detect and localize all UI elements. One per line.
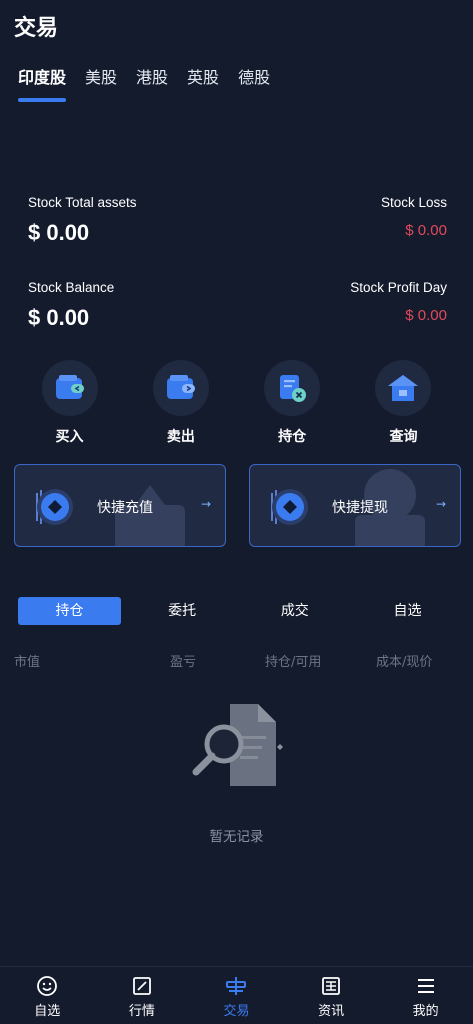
menu-icon bbox=[417, 979, 434, 993]
tab-deals[interactable]: 成交 bbox=[243, 597, 346, 625]
loss-value: $ 0.00 bbox=[405, 222, 447, 239]
arrow-right-icon: → bbox=[435, 497, 446, 511]
page-title: 交易 bbox=[14, 16, 59, 41]
coin-icon bbox=[36, 489, 73, 525]
home-query-icon bbox=[375, 360, 432, 416]
total-assets-block: Stock Total assets $ 0.00 bbox=[28, 195, 137, 246]
balance-value: $ 0.00 bbox=[28, 305, 90, 330]
profit-day-value: $ 0.00 bbox=[405, 307, 447, 324]
nav-news[interactable]: 资讯 bbox=[284, 967, 379, 1024]
nav-trade-label: 交易 bbox=[223, 1004, 250, 1019]
sell-label: 卖出 bbox=[166, 429, 195, 445]
sell-button[interactable]: 卖出 bbox=[125, 360, 236, 446]
nav-news-label: 资讯 bbox=[318, 1004, 345, 1019]
wallet-in-icon bbox=[41, 360, 98, 416]
buy-button[interactable]: 买入 bbox=[14, 360, 125, 446]
nav-watchlist-label: 自选 bbox=[34, 1004, 61, 1019]
positions-label: 持仓 bbox=[278, 429, 307, 445]
tab-us[interactable]: 美股 bbox=[85, 64, 117, 102]
quick-withdraw-label: 快捷提现 bbox=[332, 500, 388, 516]
buy-label: 买入 bbox=[55, 429, 84, 445]
nav-me-label: 我的 bbox=[412, 1004, 439, 1019]
quick-deposit-label: 快捷充值 bbox=[97, 500, 153, 516]
balance-block: Stock Balance $ 0.00 bbox=[28, 280, 114, 331]
tab-india[interactable]: 印度股 bbox=[18, 64, 67, 102]
tab-de[interactable]: 德股 bbox=[238, 64, 270, 102]
quick-deposit-card[interactable]: 快捷充值 → bbox=[14, 464, 226, 547]
column-pnl: 盈亏 bbox=[170, 655, 197, 670]
action-row: 买入 卖出 持仓 查询 bbox=[14, 360, 459, 446]
nav-watchlist[interactable]: 自选 bbox=[0, 967, 95, 1024]
tab-positions[interactable]: 持仓 bbox=[18, 597, 121, 625]
query-label: 查询 bbox=[389, 429, 418, 445]
arrow-right-icon: → bbox=[200, 497, 211, 511]
empty-message: 暂无记录 bbox=[209, 829, 264, 845]
loss-label: Stock Loss bbox=[380, 195, 447, 210]
positions-button[interactable]: 持仓 bbox=[237, 360, 348, 446]
smile-icon bbox=[37, 976, 58, 996]
quick-withdraw-card[interactable]: 快捷提现 → bbox=[249, 464, 461, 547]
loss-block: Stock Loss $ 0.00 bbox=[381, 195, 447, 239]
market-tabs: 印度股 美股 港股 英股 德股 bbox=[18, 64, 270, 102]
tab-uk[interactable]: 英股 bbox=[187, 64, 219, 102]
empty-search-icon bbox=[192, 704, 283, 786]
bottom-nav: 自选 行情 交易 资讯 我的 bbox=[0, 966, 473, 1024]
total-assets-value: $ 0.00 bbox=[28, 220, 90, 245]
tab-hk[interactable]: 港股 bbox=[136, 64, 168, 102]
nav-trade[interactable]: 交易 bbox=[189, 967, 284, 1024]
nav-market-label: 行情 bbox=[128, 1004, 155, 1019]
position-doc-icon bbox=[264, 360, 321, 416]
trade-icon bbox=[226, 977, 247, 995]
tab-orders[interactable]: 委托 bbox=[131, 597, 234, 625]
nav-market[interactable]: 行情 bbox=[95, 967, 190, 1024]
query-button[interactable]: 查询 bbox=[348, 360, 459, 446]
chart-icon bbox=[132, 977, 151, 995]
nav-me[interactable]: 我的 bbox=[378, 967, 473, 1024]
column-holding-available: 持仓/可用 bbox=[265, 655, 322, 670]
profit-day-block: Stock Profit Day $ 0.00 bbox=[350, 280, 447, 324]
tab-watchlist[interactable]: 自选 bbox=[356, 597, 459, 625]
total-assets-label: Stock Total assets bbox=[28, 195, 137, 210]
news-icon bbox=[322, 977, 340, 995]
column-market-value: 市值 bbox=[14, 655, 41, 670]
coin-icon bbox=[271, 489, 308, 525]
record-tabs: 持仓 委托 成交 自选 bbox=[18, 597, 459, 625]
balance-label: Stock Balance bbox=[28, 280, 115, 295]
column-cost-price: 成本/现价 bbox=[376, 655, 433, 670]
profit-day-label: Stock Profit Day bbox=[350, 280, 447, 295]
wallet-out-icon bbox=[152, 360, 209, 416]
